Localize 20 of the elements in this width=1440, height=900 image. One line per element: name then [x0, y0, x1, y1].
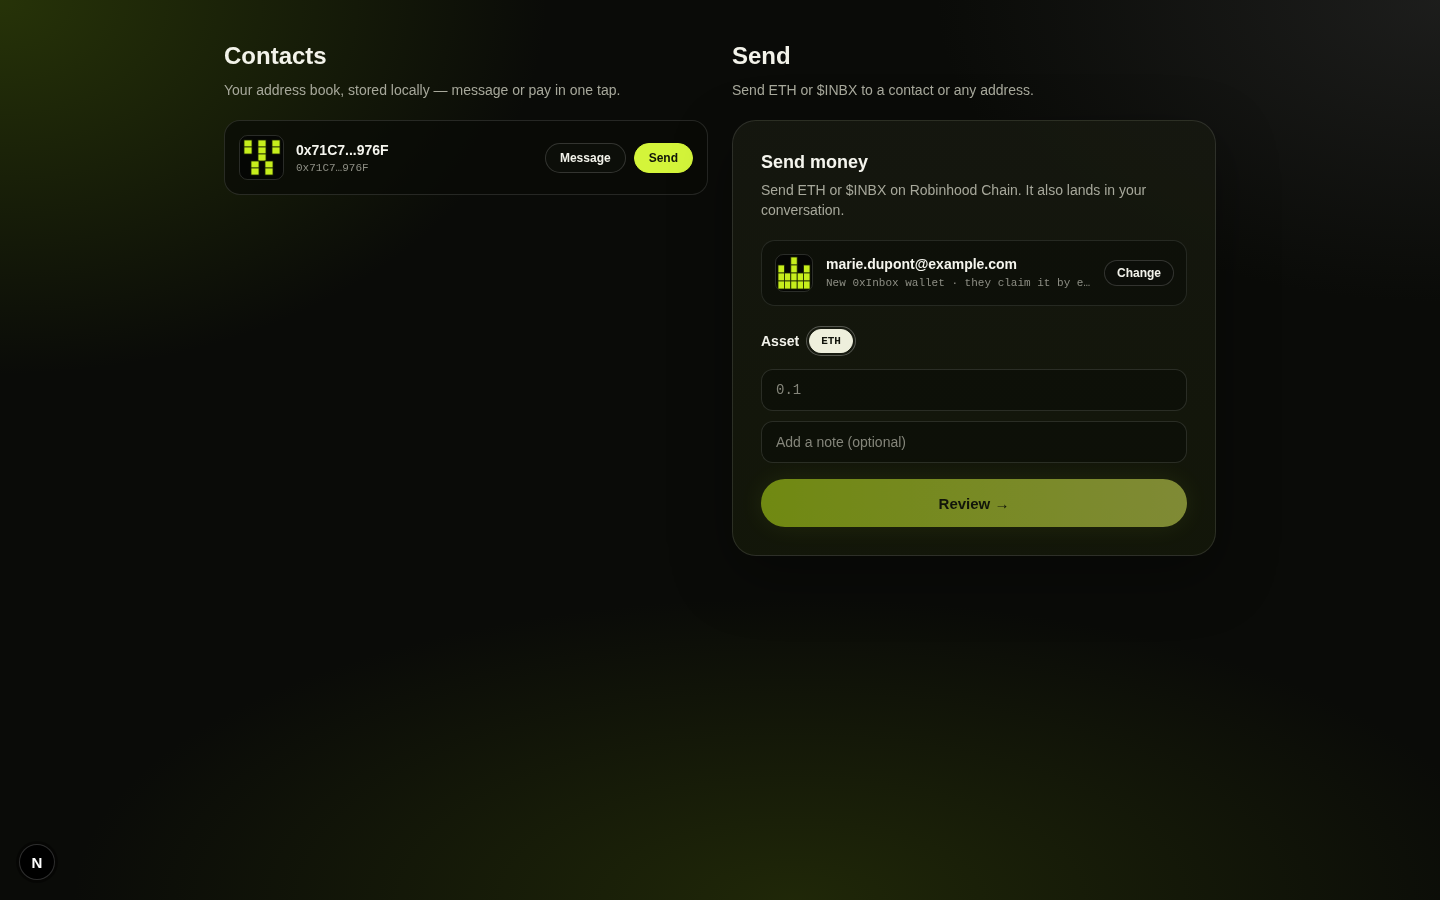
asset-label: Asset [761, 333, 800, 349]
section-subtitle: Your address book, stored locally — message or pay in one tap. [224, 81, 622, 100]
contact-name: 0x71C7...976F [296, 140, 390, 159]
section-title: Contacts [224, 41, 328, 71]
recipient-detail: New 0xInbox wallet · they claim it by e… [826, 276, 1091, 290]
pixel-avatar-icon [239, 135, 284, 180]
message-button[interactable]: Message [544, 142, 626, 173]
card-description: Send ETH or $INBX on Robinhood Chain. It also lands in your conversation. [761, 181, 1148, 220]
send-button[interactable]: Send [633, 142, 693, 173]
card-title: Send money [761, 151, 870, 174]
dev-tools-button[interactable]: N [19, 844, 55, 880]
contact-address: 0x71C7…976F [296, 160, 370, 175]
note-field[interactable]: Add a note (optional) [761, 421, 1187, 463]
recipient-email: marie.dupont@example.com [826, 256, 1019, 273]
amount-field[interactable]: 0.1 [761, 369, 1187, 411]
change-button[interactable]: Change [1104, 260, 1174, 286]
asset-chip[interactable]: ETH [809, 329, 853, 353]
section-subtitle: Send ETH or $INBX to a contact or any address. [732, 81, 1035, 100]
pixel-avatar-icon [775, 254, 813, 292]
section-title: Send [732, 41, 792, 71]
